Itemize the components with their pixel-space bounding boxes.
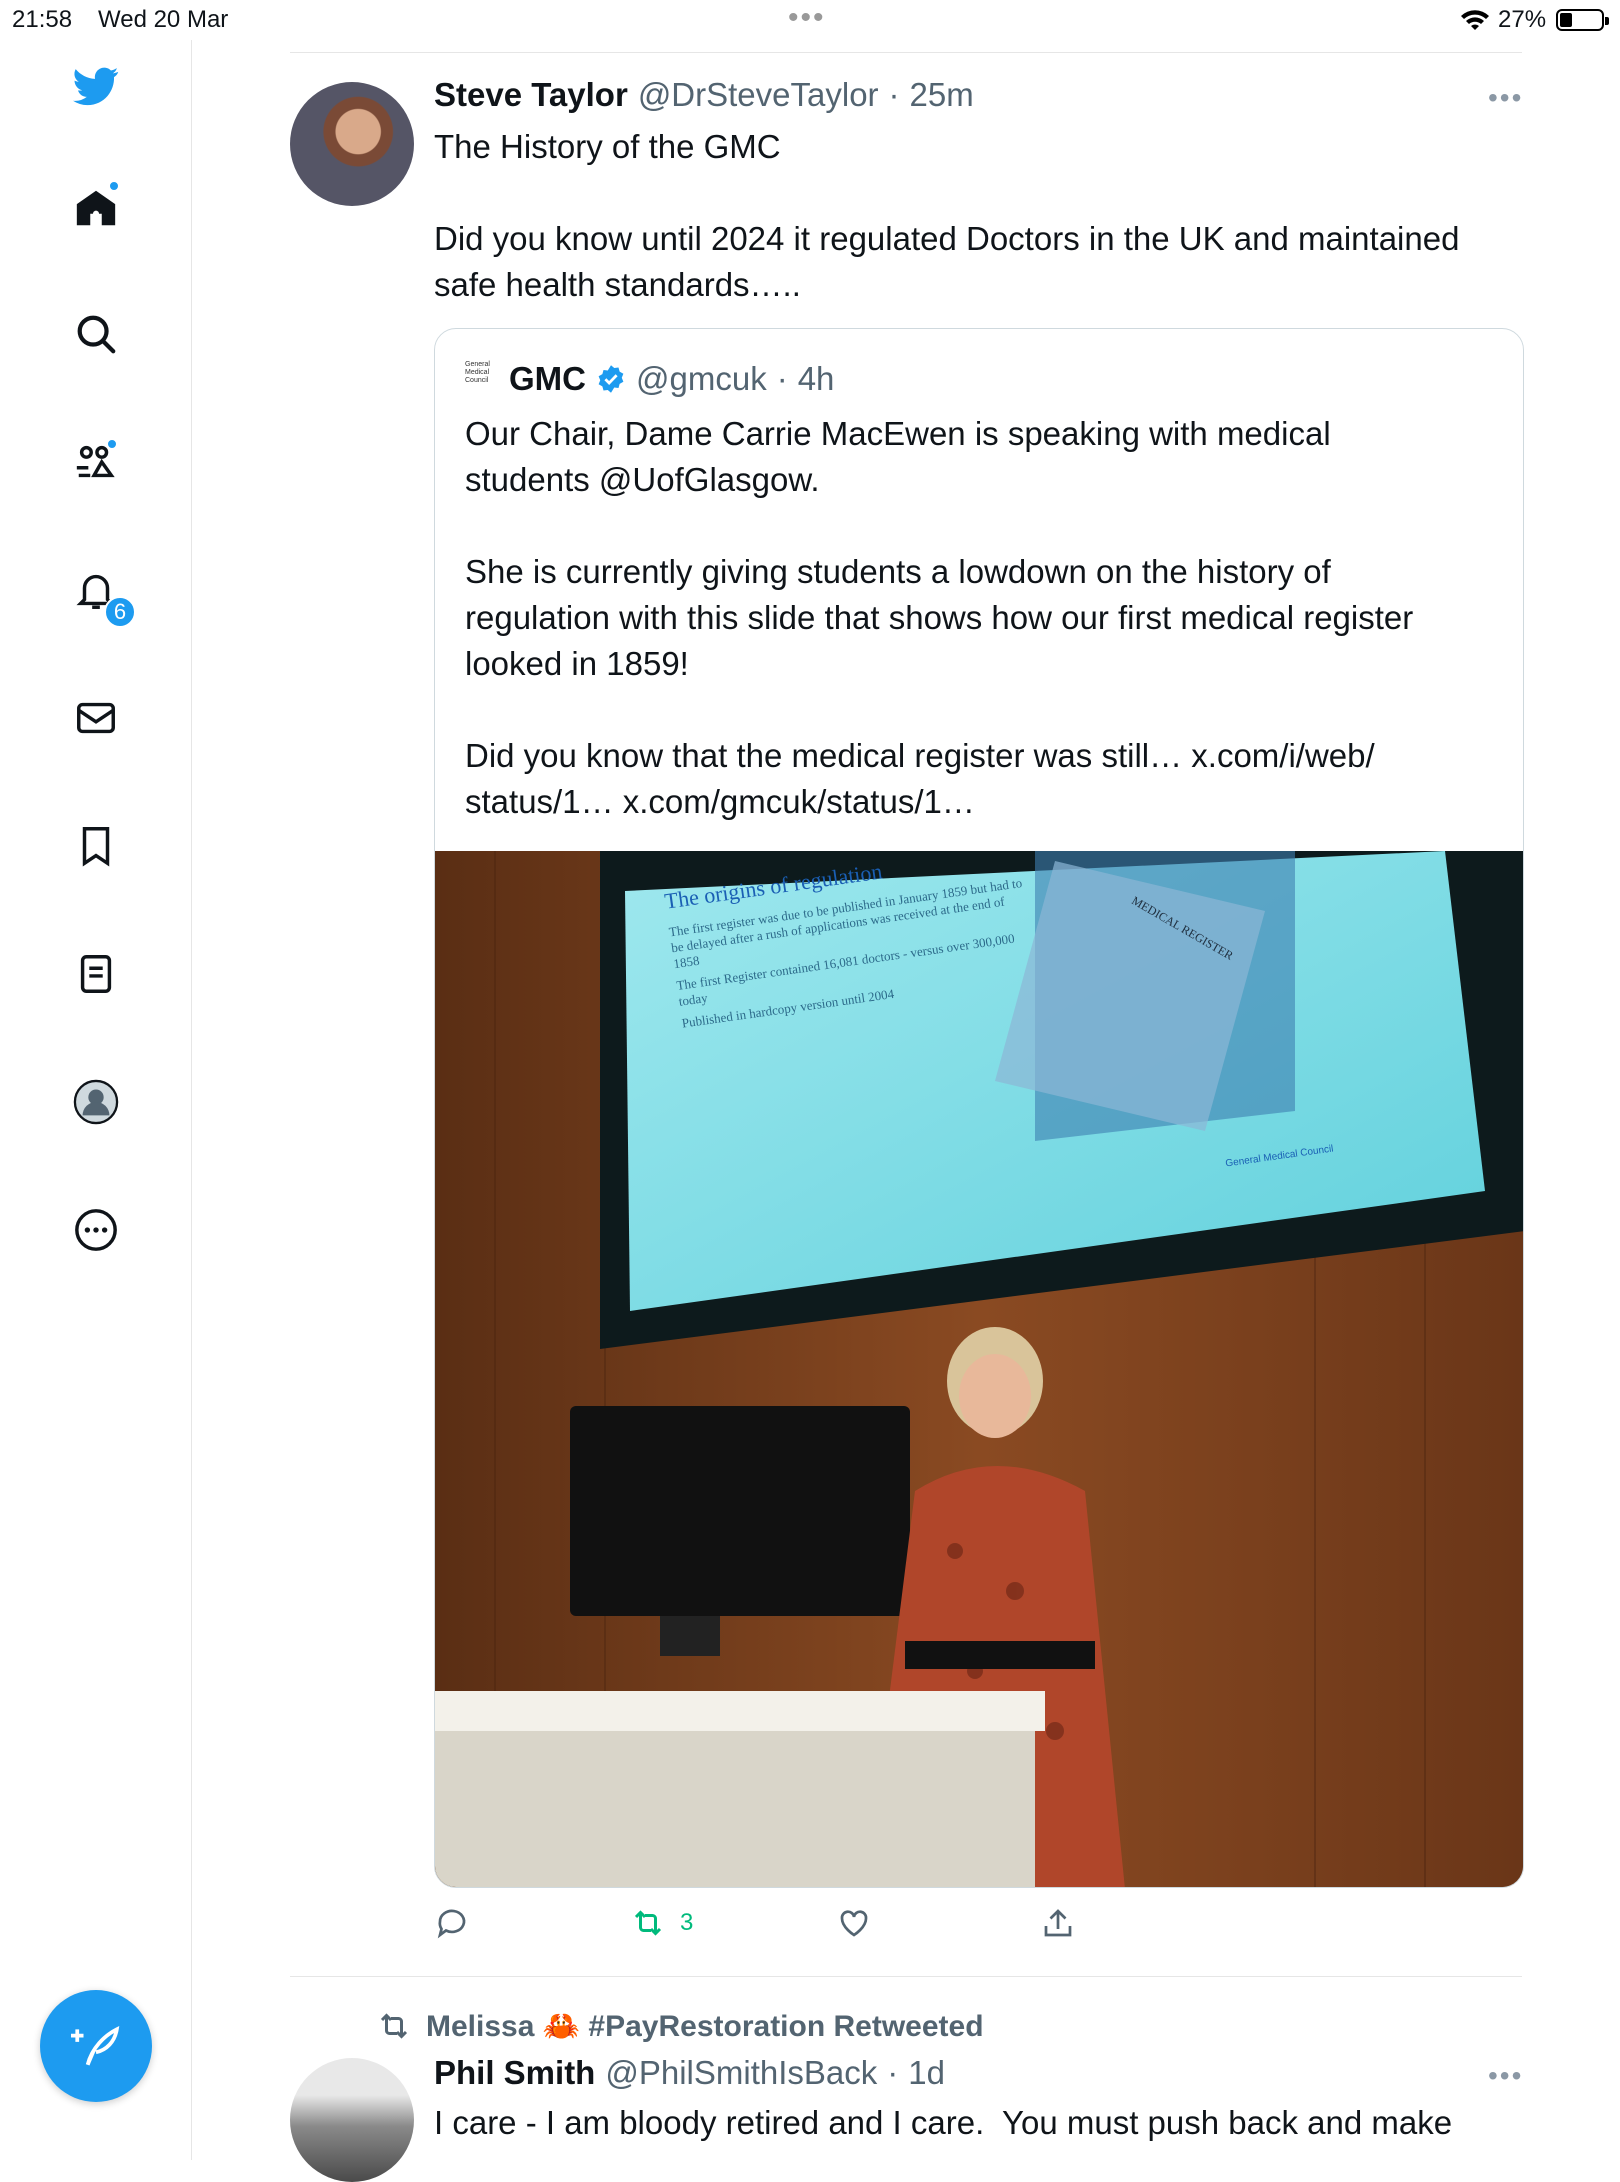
phil-smith-avatar[interactable]	[290, 2058, 414, 2182]
communities-unread-dot	[106, 438, 118, 450]
tweet1-more-options-icon[interactable]: •••	[1488, 82, 1523, 114]
like-button[interactable]	[836, 1905, 886, 1941]
reply-icon	[437, 1909, 466, 1939]
bookmarks-icon[interactable]	[70, 820, 122, 872]
heart-icon	[840, 1910, 868, 1937]
compose-feather-icon	[71, 2026, 120, 2066]
share-icon	[1044, 1909, 1072, 1937]
retweet-count: 3	[680, 1909, 694, 1936]
quoted-tweet-photo[interactable]: The origins of regulation The first regi…	[435, 851, 1523, 1887]
gmc-logo[interactable]: General Medical Council	[465, 361, 499, 397]
lists-icon[interactable]	[70, 948, 122, 1000]
quoted-tweet-header: General Medical Council GMC @gmcuk · 4h	[465, 359, 834, 399]
timeline-top-divider	[290, 52, 1522, 53]
tweet2-timestamp[interactable]: 1d	[908, 2054, 945, 2092]
retweeted-icon	[380, 2013, 408, 2039]
tweet1-author-name[interactable]: Steve Taylor	[434, 76, 628, 114]
quoted-tweet-text: Our Chair, Dame Carrie MacEwen is speaki…	[465, 415, 1414, 820]
battery-percent: 27%	[1498, 6, 1547, 33]
verified-badge-icon	[598, 365, 624, 393]
tweet2-author-handle[interactable]: @PhilSmithIsBack	[605, 2054, 877, 2092]
tweet2-text: I care - I am bloody retired and I care.…	[434, 2104, 1453, 2141]
twitter-bird-icon[interactable]	[70, 60, 122, 112]
retweet-icon	[634, 1910, 662, 1936]
reply-button[interactable]	[434, 1905, 484, 1941]
tweet1-text: The History of the GMC Did you know unti…	[434, 128, 1460, 303]
tweet1-author-handle[interactable]: @DrSteveTaylor	[638, 76, 879, 114]
speaker-illustration	[435, 1327, 1125, 1887]
sidebar: 6	[0, 40, 192, 2160]
communities-icon[interactable]	[70, 436, 122, 488]
quoted-author-handle[interactable]: @gmcuk	[636, 360, 767, 398]
quoted-timestamp[interactable]: 4h	[798, 360, 835, 398]
home-unread-dot	[108, 180, 120, 192]
multitasking-dots-icon[interactable]: •••	[788, 3, 826, 33]
tweet2-more-options-icon[interactable]: •••	[1488, 2060, 1523, 2092]
tweet1-separator: ·	[888, 76, 900, 113]
tweet2-separator: ·	[887, 2054, 899, 2091]
compose-tweet-button[interactable]	[40, 1990, 152, 2102]
quoted-separator: ·	[776, 360, 788, 397]
share-button[interactable]	[1040, 1905, 1090, 1941]
tweet2-header: Phil Smith @PhilSmithIsBack · 1d	[434, 2054, 945, 2092]
retweeted-by-label: Melissa 🦀 #PayRestoration Retweeted	[426, 2009, 984, 2043]
steve-taylor-avatar[interactable]	[290, 82, 414, 206]
messages-icon[interactable]	[70, 692, 122, 744]
tweet-divider	[290, 1976, 1522, 1977]
tweet1-action-bar: 3	[434, 1905, 1434, 1947]
tweet2-author-name[interactable]: Phil Smith	[434, 2054, 595, 2092]
status-time: 21:58	[12, 6, 73, 33]
home-icon[interactable]	[70, 180, 122, 234]
retweet-button[interactable]: 3	[630, 1905, 693, 1941]
quoted-author-name[interactable]: GMC	[509, 360, 586, 398]
retweeted-by-row[interactable]: Melissa 🦀 #PayRestoration Retweeted	[376, 2008, 984, 2044]
tweet1-timestamp[interactable]: 25m	[910, 76, 974, 114]
status-bar: 21:58 Wed 20 Mar ••• 27%	[0, 0, 1620, 40]
wifi-icon	[1461, 10, 1489, 30]
tweet1-header: Steve Taylor @DrSteveTaylor · 25m	[434, 76, 974, 114]
notifications-badge: 6	[104, 596, 136, 628]
more-icon[interactable]	[70, 1204, 122, 1256]
battery-icon	[1556, 9, 1609, 31]
status-date: Wed 20 Mar	[98, 6, 229, 33]
quoted-tweet[interactable]: General Medical Council GMC @gmcuk · 4h …	[434, 328, 1524, 1888]
search-icon[interactable]	[70, 308, 122, 360]
profile-icon[interactable]	[70, 1076, 122, 1128]
